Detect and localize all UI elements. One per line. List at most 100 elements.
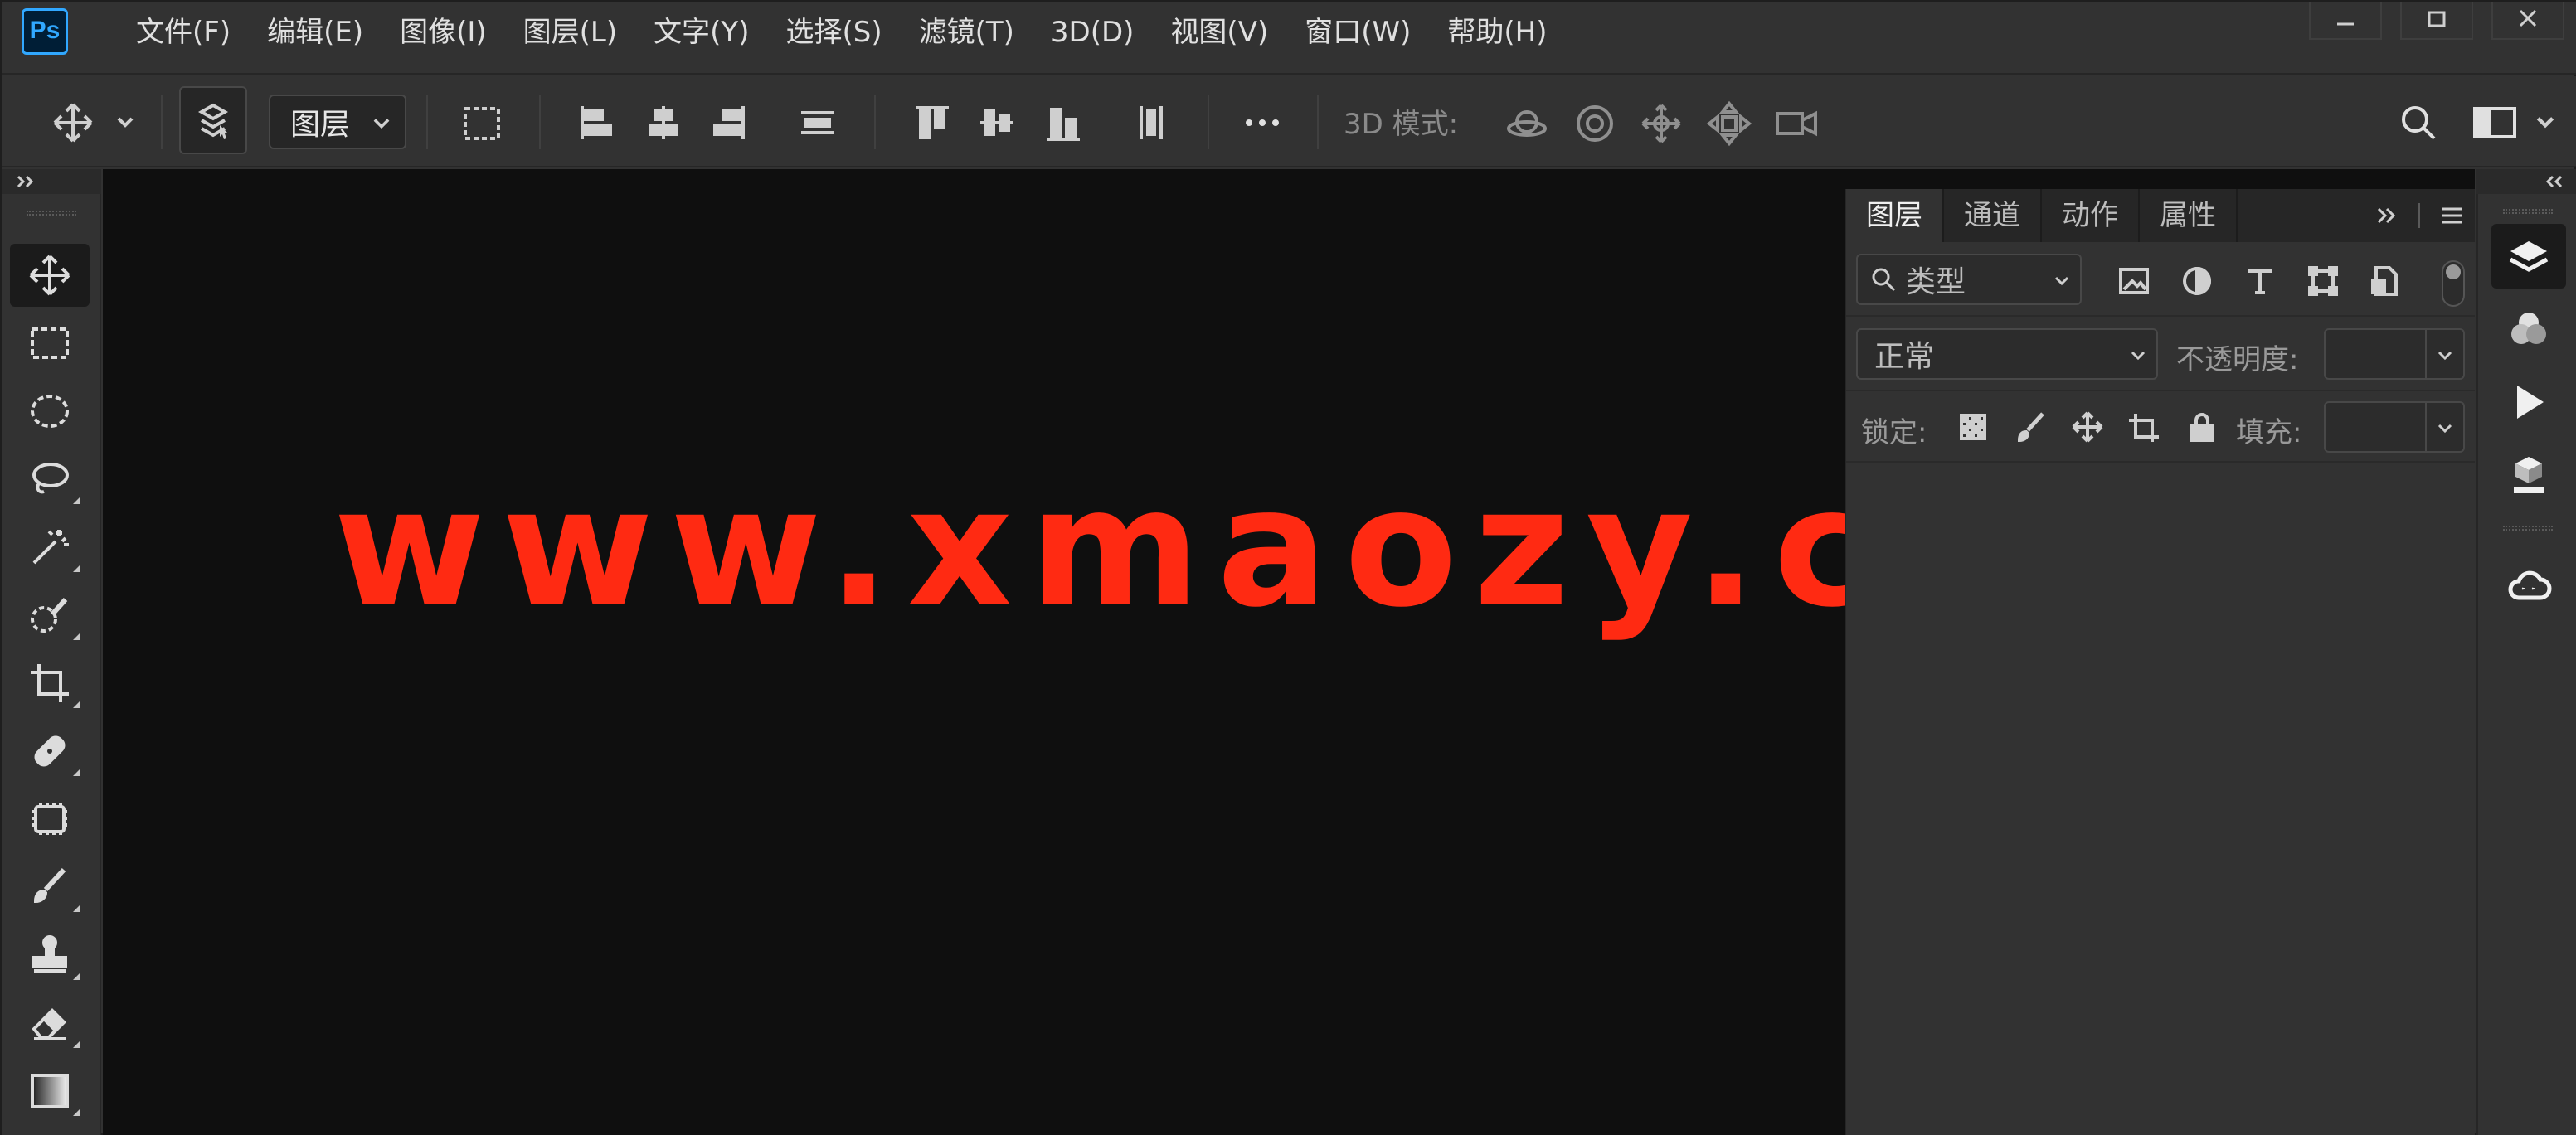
auto-select-target-dropdown[interactable]: 图层 bbox=[269, 95, 406, 149]
menu-3d[interactable]: 3D(D) bbox=[1033, 13, 1153, 51]
lock-transparent-button[interactable] bbox=[1952, 406, 1994, 448]
search-button[interactable] bbox=[2395, 99, 2442, 146]
panel-menu-icon[interactable] bbox=[2437, 201, 2467, 230]
auto-select-toggle[interactable] bbox=[179, 86, 247, 154]
maximize-button[interactable] bbox=[2400, 2, 2473, 40]
creative-cloud-icon bbox=[2508, 570, 2552, 600]
tab-properties[interactable]: 属性 bbox=[2140, 189, 2238, 242]
tab-channels[interactable]: 通道 bbox=[1944, 189, 2042, 242]
blend-mode-dropdown[interactable]: 正常 bbox=[1856, 328, 2158, 380]
lock-all-button[interactable] bbox=[2181, 406, 2223, 448]
tool-lasso[interactable] bbox=[10, 448, 90, 511]
opacity-input[interactable] bbox=[2324, 328, 2465, 380]
3d-pan-button[interactable] bbox=[1636, 98, 1687, 149]
filter-type-button[interactable] bbox=[2239, 260, 2281, 302]
filter-kind-dropdown[interactable]: 类型 bbox=[1856, 254, 2082, 305]
lock-position-button[interactable] bbox=[2067, 406, 2108, 448]
align-horizontal-center-icon bbox=[649, 106, 678, 139]
dock-channels-button[interactable] bbox=[2491, 297, 2566, 361]
filter-toggle[interactable] bbox=[2442, 260, 2465, 307]
3d-slide-button[interactable] bbox=[1704, 98, 1755, 149]
align-vcenter-button[interactable] bbox=[974, 98, 1020, 148]
tool-quick-selection[interactable] bbox=[10, 584, 90, 647]
toolbar-header[interactable] bbox=[2, 169, 101, 194]
dock-layers-button[interactable] bbox=[2491, 224, 2566, 289]
filter-shape-button[interactable] bbox=[2302, 260, 2344, 302]
tool-rectangular-marquee[interactable] bbox=[10, 312, 90, 375]
menu-layer[interactable]: 图层(L) bbox=[505, 13, 635, 51]
align-left-button[interactable] bbox=[574, 98, 620, 148]
menu-view[interactable]: 视图(V) bbox=[1152, 13, 1286, 51]
dock-actions-button[interactable] bbox=[2491, 370, 2566, 434]
collapse-panel-icon[interactable] bbox=[2372, 201, 2402, 230]
filter-pixel-button[interactable] bbox=[2113, 260, 2155, 302]
layers-panel: 图层 通道 动作 属性 类型 正常 不透明度: 锁定: 填充: bbox=[1845, 189, 2475, 1135]
tool-preset-dropdown[interactable] bbox=[114, 111, 136, 133]
filter-smart-object-button[interactable] bbox=[2364, 260, 2405, 302]
align-vertical-center-icon bbox=[980, 109, 1013, 136]
close-button[interactable] bbox=[2491, 2, 2564, 40]
tool-group-indicator bbox=[73, 1041, 80, 1048]
align-top-button[interactable] bbox=[909, 98, 955, 148]
menu-type[interactable]: 文字(Y) bbox=[635, 13, 767, 51]
align-left-icon bbox=[581, 106, 612, 139]
3d-orbit-button[interactable] bbox=[1501, 98, 1553, 149]
dock-3d-button[interactable] bbox=[2491, 443, 2566, 507]
maximize-icon bbox=[2428, 11, 2446, 27]
show-transform-controls[interactable] bbox=[456, 98, 508, 149]
tab-layers[interactable]: 图层 bbox=[1846, 189, 1944, 242]
workspace-switcher[interactable] bbox=[2470, 101, 2520, 144]
fill-input[interactable] bbox=[2324, 401, 2465, 453]
minimize-button[interactable] bbox=[2309, 2, 2382, 40]
separator bbox=[426, 95, 428, 149]
crop-icon bbox=[31, 664, 69, 702]
align-right-button[interactable] bbox=[705, 98, 751, 148]
layers-icon bbox=[2509, 241, 2549, 272]
dock-creative-cloud-button[interactable] bbox=[2491, 555, 2566, 620]
lock-artboard-button[interactable] bbox=[2123, 406, 2165, 448]
image-icon bbox=[2119, 268, 2149, 294]
distribute-vertical-button[interactable] bbox=[795, 98, 841, 148]
menu-window[interactable]: 窗口(W) bbox=[1286, 13, 1429, 51]
menu-file[interactable]: 文件(F) bbox=[118, 13, 249, 51]
more-options-button[interactable] bbox=[1237, 98, 1287, 148]
tool-elliptical-marquee[interactable] bbox=[10, 380, 90, 443]
toolbar-grip[interactable] bbox=[27, 211, 76, 216]
actions-play-icon bbox=[2517, 386, 2544, 419]
3d-roll-button[interactable] bbox=[1569, 98, 1621, 149]
menu-edit[interactable]: 编辑(E) bbox=[249, 13, 382, 51]
tool-healing-brush[interactable] bbox=[10, 720, 90, 783]
tool-patch[interactable] bbox=[10, 788, 90, 851]
menu-select[interactable]: 选择(S) bbox=[767, 13, 900, 51]
menu-filter[interactable]: 滤镜(T) bbox=[901, 13, 1033, 51]
tool-clone-stamp[interactable] bbox=[10, 924, 90, 987]
tool-brush[interactable] bbox=[10, 856, 90, 919]
search-icon bbox=[1872, 268, 1896, 292]
layers-list[interactable] bbox=[1846, 464, 2475, 1135]
dock-grip[interactable] bbox=[2503, 209, 2553, 214]
tool-move[interactable] bbox=[10, 244, 90, 307]
lock-pixels-button[interactable] bbox=[2010, 406, 2052, 448]
align-bottom-button[interactable] bbox=[1040, 98, 1086, 148]
tool-eraser[interactable] bbox=[10, 992, 90, 1055]
distribute-horizontal-button[interactable] bbox=[1128, 98, 1174, 148]
auto-select-target-value: 图层 bbox=[290, 108, 351, 142]
3d-camera-button[interactable] bbox=[1770, 98, 1825, 149]
menu-image[interactable]: 图像(I) bbox=[382, 13, 505, 51]
tool-crop[interactable] bbox=[10, 652, 90, 715]
photoshop-logo[interactable]: Ps bbox=[22, 8, 68, 55]
menu-help[interactable]: 帮助(H) bbox=[1429, 13, 1565, 51]
panel-controls-divider bbox=[2418, 203, 2420, 228]
tool-magic-wand[interactable] bbox=[10, 516, 90, 579]
dock-grip[interactable] bbox=[2503, 526, 2553, 531]
tool-gradient[interactable] bbox=[10, 1060, 90, 1123]
tab-actions[interactable]: 动作 bbox=[2042, 189, 2140, 242]
panel-dock-gap bbox=[1845, 169, 2475, 189]
tool-preset-button[interactable] bbox=[48, 99, 98, 146]
workspace-dropdown[interactable] bbox=[2533, 109, 2558, 134]
right-dock-header[interactable] bbox=[2476, 169, 2576, 194]
document-canvas[interactable] bbox=[103, 169, 1845, 1135]
layer-filter-row: 类型 bbox=[1846, 242, 2475, 317]
align-hcenter-button[interactable] bbox=[640, 98, 687, 148]
filter-adjustment-button[interactable] bbox=[2176, 260, 2218, 302]
